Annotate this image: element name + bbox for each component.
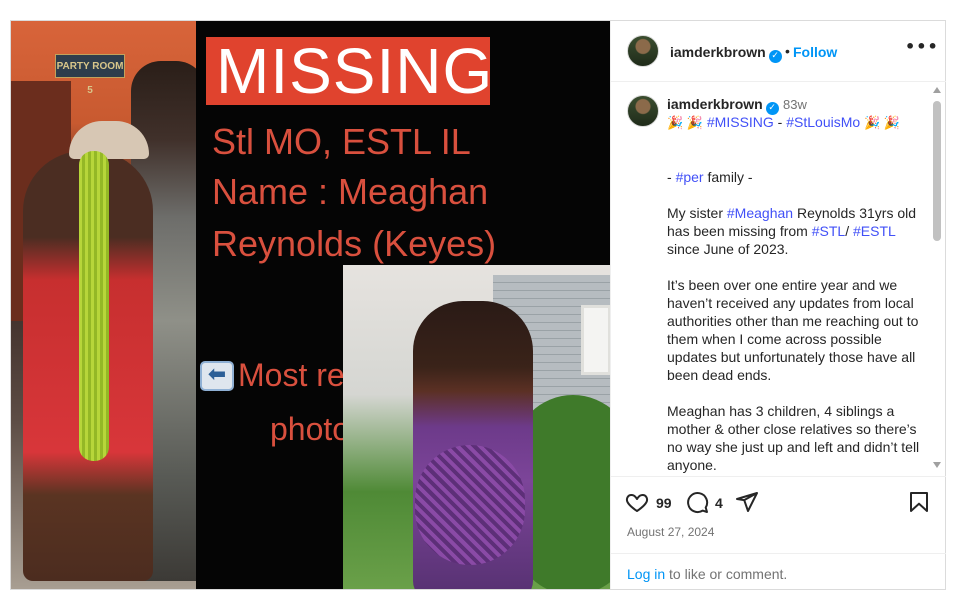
recent-photo [343,265,610,589]
caption-paragraph-1: - #per family - [667,168,922,186]
caption-text: 🎉 🎉 #MISSING - #StLouisMo 🎉 🎉 - #per fam… [667,113,922,476]
dress-pattern [415,445,525,565]
hashtag-stlouismo[interactable]: #StLouisMo [786,114,860,130]
hashtag-missing[interactable]: #MISSING [707,114,774,130]
party-room-sign: PARTY ROOM 5 [55,54,125,96]
house-window [581,305,610,375]
more-options-icon[interactable]: ••• [905,37,938,61]
login-link[interactable]: Log in [627,566,665,582]
header-username-text[interactable]: iamderkbrown [670,44,766,60]
text: since June of 2023. [667,241,789,257]
post-header: iamderkbrown ✓ • Follow ••• [611,21,946,82]
follow-button[interactable]: Follow [793,44,837,60]
caption-avatar[interactable] [627,95,659,127]
post-date: August 27, 2024 [627,525,715,539]
instagram-embed-card: PARTY ROOM 5 MISSING Stl MO, ESTL IL Nam… [10,20,946,590]
hashtag-stl[interactable]: #STL [812,223,845,239]
party-emoji-icon: 🎉 🎉 [864,115,901,130]
scroll-thumb[interactable] [933,101,941,241]
bookmark-icon[interactable] [907,490,931,514]
post-actions: 99 4 August 27, 2024 Log in to like or c… [611,476,946,589]
post-image[interactable]: PARTY ROOM 5 MISSING Stl MO, ESTL IL Nam… [11,21,610,589]
post-age: 83w [783,97,807,112]
poster-photo-word: photo [270,411,351,447]
hashtag-estl[interactable]: #ESTL [853,223,895,239]
text: - [667,169,676,185]
login-prompt: Log in to like or comment. [627,566,787,582]
header-username[interactable]: iamderkbrown ✓ [670,44,782,63]
caption-headline: 🎉 🎉 #MISSING - #StLouisMo 🎉 🎉 [667,113,922,132]
left-arrow-icon: ⬅ [200,361,234,391]
text: / [845,223,853,239]
comment-count: 4 [715,495,723,511]
login-rest-text: to like or comment. [665,566,788,582]
caption-paragraph-3: It’s been over one entire year and we ha… [667,277,919,383]
poster-location: Stl MO, ESTL IL [212,121,471,162]
text: family - [703,169,753,185]
poster-surname-line: Reynolds (Keyes) [212,223,497,264]
caption-paragraph-2: My sister #Meaghan Reynolds 31yrs old ha… [667,204,922,258]
share-icon[interactable] [735,490,759,514]
caption-area: iamderkbrown ✓ 83w 🎉 🎉 #MISSING - #StLoui… [611,83,946,476]
party-emoji-icon: 🎉 🎉 [667,115,703,130]
missing-label: MISSING [206,37,492,105]
poster-name-line: Name : Meaghan [212,171,489,212]
avatar[interactable] [627,35,659,67]
text: My sister [667,205,727,221]
caption-username-text[interactable]: iamderkbrown [667,96,763,112]
verified-badge-icon: ✓ [768,50,782,63]
caption-dash: - [773,114,787,130]
scroll-down-arrow-icon[interactable] [933,462,941,468]
hashtag-per[interactable]: #per [676,169,704,185]
post-side-panel: iamderkbrown ✓ • Follow ••• iamderkbrown ✓… [610,21,946,589]
header-separator: • [785,43,790,59]
caption-paragraph-4: Meaghan has 3 children, 4 siblings a mot… [667,403,920,473]
login-row: Log in to like or comment. [611,553,946,590]
photo-left-group: PARTY ROOM 5 [11,21,206,589]
scroll-up-arrow-icon[interactable] [933,87,941,93]
caption-scrollbar[interactable] [932,87,942,476]
braids [79,151,109,461]
comment-icon[interactable] [685,490,709,514]
hashtag-meaghan[interactable]: #Meaghan [727,205,793,221]
heart-icon[interactable] [625,490,649,514]
like-count: 99 [656,495,672,511]
